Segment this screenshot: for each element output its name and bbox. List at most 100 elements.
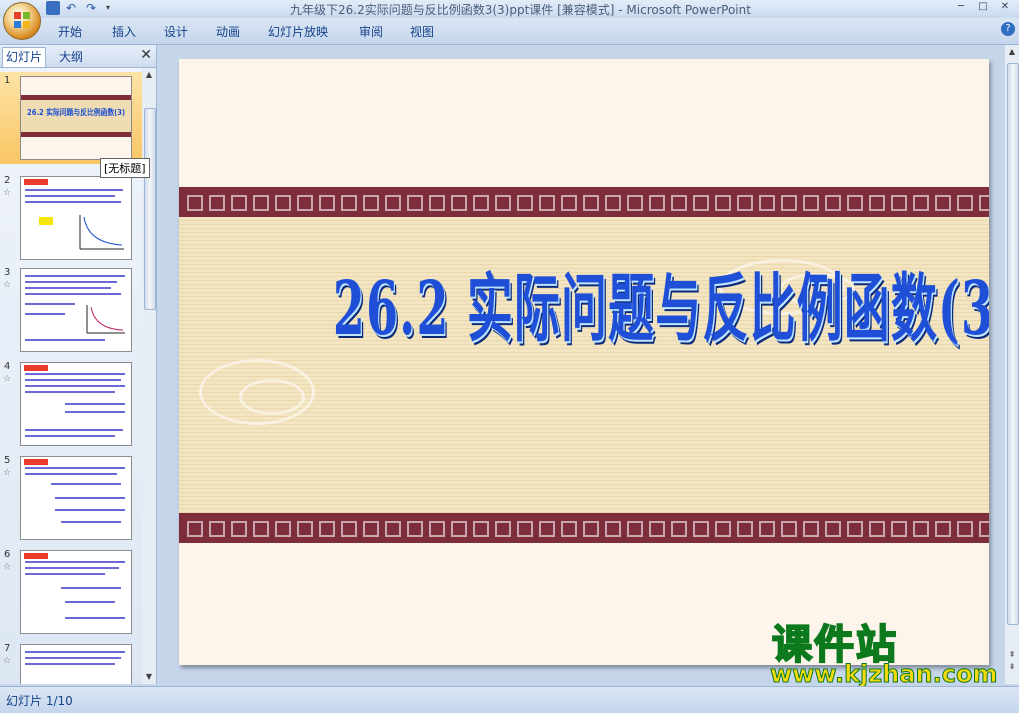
greek-key-motif bbox=[627, 195, 643, 211]
previous-slide-icon[interactable]: ⇞ bbox=[1007, 650, 1017, 660]
customize-qat-icon[interactable]: ▾ bbox=[106, 1, 120, 15]
thumbnail-image bbox=[20, 362, 132, 446]
thumb-badge bbox=[24, 553, 48, 559]
greek-key-motif bbox=[341, 195, 357, 211]
greek-key-motif bbox=[561, 521, 577, 537]
thumbnail-number: 7 bbox=[4, 643, 11, 654]
office-logo-icon bbox=[14, 12, 30, 28]
tab-animations[interactable]: 动画 bbox=[216, 23, 240, 40]
tab-design[interactable]: 设计 bbox=[164, 23, 188, 40]
greek-key-motif bbox=[363, 521, 379, 537]
tab-slideshow[interactable]: 幻灯片放映 bbox=[268, 23, 328, 40]
greek-key-motif bbox=[759, 195, 775, 211]
undo-icon[interactable]: ↶ bbox=[66, 1, 80, 15]
next-slide-icon[interactable]: ⇟ bbox=[1007, 662, 1017, 672]
thumb-text-line bbox=[25, 189, 123, 191]
animation-star-icon: ☆ bbox=[3, 656, 12, 666]
thumbnail-slide-5[interactable]: 5 ☆ bbox=[0, 452, 142, 544]
animation-star-icon: ☆ bbox=[3, 188, 12, 198]
tab-home[interactable]: 开始 bbox=[58, 23, 82, 40]
scroll-up-icon[interactable]: ▲ bbox=[144, 70, 154, 80]
greek-key-motif bbox=[561, 195, 577, 211]
greek-key-motif bbox=[671, 195, 687, 211]
tab-insert[interactable]: 插入 bbox=[112, 23, 136, 40]
greek-key-motif bbox=[935, 195, 951, 211]
redo-icon[interactable]: ↷ bbox=[86, 1, 100, 15]
greek-key-motif bbox=[803, 521, 819, 537]
thumb-text-line bbox=[25, 339, 105, 341]
scrollbar-thumb[interactable] bbox=[144, 108, 156, 310]
thumbnail-slide-4[interactable]: 4 ☆ bbox=[0, 358, 142, 450]
thumb-text-line bbox=[25, 467, 125, 469]
close-icon[interactable]: ✕ bbox=[995, 1, 1015, 15]
greek-key-motif bbox=[187, 521, 203, 537]
thumb-text-line bbox=[25, 391, 115, 393]
thumb-badge bbox=[24, 459, 48, 465]
scroll-down-icon[interactable]: ▼ bbox=[144, 672, 154, 682]
greek-key-motif bbox=[957, 195, 973, 211]
tab-review[interactable]: 审阅 bbox=[359, 23, 383, 40]
office-button[interactable] bbox=[3, 2, 41, 40]
close-pane-icon[interactable]: ✕ bbox=[140, 47, 152, 63]
editor-scrollbar[interactable]: ▲ ⇞ ⇟ bbox=[1005, 45, 1019, 684]
greek-key-motif bbox=[407, 195, 423, 211]
greek-key-motif bbox=[583, 195, 599, 211]
window-title: 九年级下26.2实际问题与反比例函数3(3)ppt课件 [兼容模式] - Mic… bbox=[290, 3, 751, 17]
animation-star-icon: ☆ bbox=[3, 562, 12, 572]
thumbnail-slide-3[interactable]: 3 ☆ bbox=[0, 264, 142, 356]
maximize-icon[interactable]: □ bbox=[973, 1, 993, 15]
greek-key-motif bbox=[583, 521, 599, 537]
slide-title[interactable]: 26.2 实际问题与反比例函数(3) bbox=[333, 249, 989, 356]
tab-view[interactable]: 视图 bbox=[410, 23, 434, 40]
thumb-badge bbox=[24, 179, 48, 185]
greek-key-motif bbox=[781, 521, 797, 537]
slide-counter: 幻灯片 1/10 bbox=[6, 694, 73, 708]
greek-key-motif bbox=[319, 521, 335, 537]
greek-key-motif bbox=[913, 195, 929, 211]
quick-access-toolbar: ↶ ↷ ▾ bbox=[46, 1, 120, 15]
greek-key-band-top bbox=[179, 187, 989, 217]
greek-key-motif bbox=[495, 195, 511, 211]
thumbnail-slide-6[interactable]: 6 ☆ bbox=[0, 546, 142, 638]
thumb-text-line bbox=[25, 561, 125, 563]
thumb-text-line bbox=[25, 473, 117, 475]
greek-key-motif bbox=[451, 195, 467, 211]
greek-key-motif bbox=[473, 195, 489, 211]
greek-key-motif bbox=[517, 521, 533, 537]
greek-key-motif bbox=[649, 195, 665, 211]
greek-key-motif bbox=[693, 195, 709, 211]
greek-key-motif bbox=[495, 521, 511, 537]
thumbnail-image bbox=[20, 176, 132, 260]
tab-outline[interactable]: 大纲 bbox=[56, 48, 86, 65]
minimize-icon[interactable]: ─ bbox=[951, 1, 971, 15]
greek-key-motif bbox=[803, 195, 819, 211]
greek-key-motif bbox=[825, 521, 841, 537]
greek-key-motif bbox=[671, 521, 687, 537]
greek-key-motif bbox=[627, 521, 643, 537]
greek-key-motif bbox=[517, 195, 533, 211]
greek-key-motif bbox=[341, 521, 357, 537]
slides-pane: 幻灯片 大纲 ✕ 1 26.2 实际问题与反比例函数(3) 2 ☆ 3 ☆ 4 … bbox=[0, 45, 157, 684]
greek-key-motif bbox=[253, 521, 269, 537]
thumbnail-slide-1[interactable]: 1 26.2 实际问题与反比例函数(3) bbox=[0, 72, 142, 164]
scroll-up-icon[interactable]: ▲ bbox=[1007, 47, 1017, 57]
scrollbar-thumb[interactable] bbox=[1007, 63, 1019, 625]
greek-key-motif bbox=[539, 521, 555, 537]
slide-canvas[interactable]: 26.2 实际问题与反比例函数(3) bbox=[179, 59, 989, 665]
save-icon[interactable] bbox=[46, 1, 60, 15]
tab-slides[interactable]: 幻灯片 bbox=[2, 47, 47, 67]
thumb-highlight bbox=[39, 217, 53, 225]
thumbnail-image bbox=[20, 644, 132, 684]
thumb-text-line bbox=[25, 373, 125, 375]
thumb-badge bbox=[24, 365, 48, 371]
help-icon[interactable]: ? bbox=[1001, 22, 1015, 36]
thumb-text-line bbox=[25, 379, 121, 381]
greek-key-motif bbox=[715, 521, 731, 537]
thumbnail-slide-2[interactable]: 2 ☆ bbox=[0, 172, 142, 264]
thumbnail-number: 4 bbox=[4, 361, 11, 372]
greek-key-motif bbox=[979, 521, 989, 537]
greek-key-motif bbox=[693, 521, 709, 537]
greek-key-motif bbox=[385, 195, 401, 211]
animation-star-icon: ☆ bbox=[3, 374, 12, 384]
thumbnail-slide-7[interactable]: 7 ☆ bbox=[0, 640, 142, 684]
